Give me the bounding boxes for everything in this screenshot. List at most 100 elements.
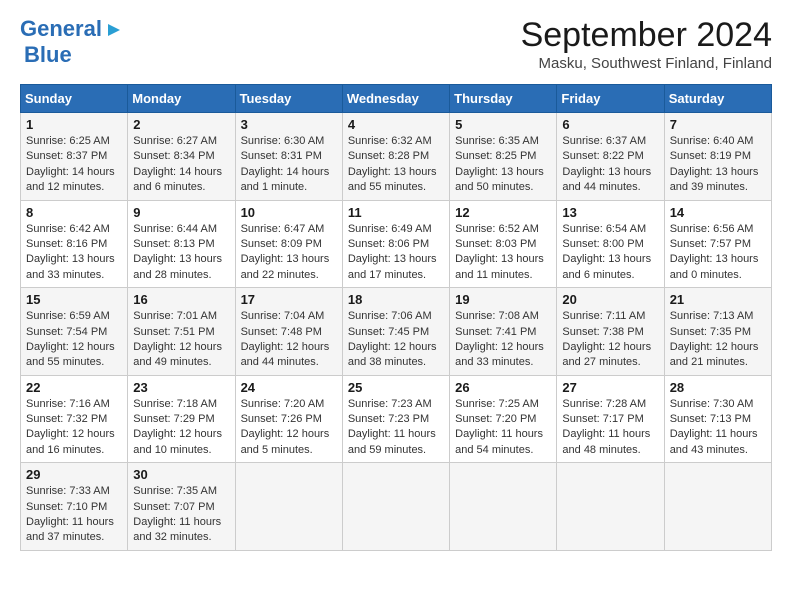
day-number: 19 xyxy=(455,292,551,307)
day-header-thursday: Thursday xyxy=(450,85,557,113)
day-header-friday: Friday xyxy=(557,85,664,113)
cell-info: Sunrise: 6:40 AMSunset: 8:19 PMDaylight:… xyxy=(670,134,766,196)
cell-info: Sunrise: 7:18 AMSunset: 7:29 PMDaylight:… xyxy=(133,397,229,459)
calendar-cell: 25 Sunrise: 7:23 AMSunset: 7:23 PMDayligh… xyxy=(342,375,449,463)
day-number: 14 xyxy=(670,205,766,220)
day-number: 12 xyxy=(455,205,551,220)
calendar-week-row: 22 Sunrise: 7:16 AMSunset: 7:32 PMDayligh… xyxy=(21,375,772,463)
day-number: 26 xyxy=(455,380,551,395)
day-number: 24 xyxy=(241,380,337,395)
cell-info: Sunrise: 6:30 AMSunset: 8:31 PMDaylight:… xyxy=(241,134,337,196)
calendar-cell-empty xyxy=(450,463,557,551)
calendar-cell: 3 Sunrise: 6:30 AMSunset: 8:31 PMDaylight… xyxy=(235,113,342,201)
logo: General Blue xyxy=(20,16,124,68)
calendar-cell: 24 Sunrise: 7:20 AMSunset: 7:26 PMDayligh… xyxy=(235,375,342,463)
calendar-cell: 5 Sunrise: 6:35 AMSunset: 8:25 PMDaylight… xyxy=(450,113,557,201)
logo-arrow-icon xyxy=(104,20,124,40)
day-number: 15 xyxy=(26,292,122,307)
day-number: 3 xyxy=(241,117,337,132)
cell-info: Sunrise: 7:06 AMSunset: 7:45 PMDaylight:… xyxy=(348,309,444,371)
cell-info: Sunrise: 6:47 AMSunset: 8:09 PMDaylight:… xyxy=(241,222,337,284)
calendar-cell: 11 Sunrise: 6:49 AMSunset: 8:06 PMDayligh… xyxy=(342,200,449,288)
calendar-cell: 22 Sunrise: 7:16 AMSunset: 7:32 PMDayligh… xyxy=(21,375,128,463)
logo-blue-text: Blue xyxy=(24,42,72,67)
cell-info: Sunrise: 7:01 AMSunset: 7:51 PMDaylight:… xyxy=(133,309,229,371)
cell-info: Sunrise: 7:08 AMSunset: 7:41 PMDaylight:… xyxy=(455,309,551,371)
cell-info: Sunrise: 7:16 AMSunset: 7:32 PMDaylight:… xyxy=(26,397,122,459)
cell-info: Sunrise: 7:20 AMSunset: 7:26 PMDaylight:… xyxy=(241,397,337,459)
calendar-cell: 2 Sunrise: 6:27 AMSunset: 8:34 PMDaylight… xyxy=(128,113,235,201)
cell-info: Sunrise: 6:25 AMSunset: 8:37 PMDaylight:… xyxy=(26,134,122,196)
calendar-cell: 7 Sunrise: 6:40 AMSunset: 8:19 PMDaylight… xyxy=(664,113,771,201)
day-number: 30 xyxy=(133,467,229,482)
cell-info: Sunrise: 6:35 AMSunset: 8:25 PMDaylight:… xyxy=(455,134,551,196)
cell-info: Sunrise: 6:49 AMSunset: 8:06 PMDaylight:… xyxy=(348,222,444,284)
cell-info: Sunrise: 7:25 AMSunset: 7:20 PMDaylight:… xyxy=(455,397,551,459)
day-number: 28 xyxy=(670,380,766,395)
calendar-cell: 28 Sunrise: 7:30 AMSunset: 7:13 PMDayligh… xyxy=(664,375,771,463)
day-number: 22 xyxy=(26,380,122,395)
day-header-saturday: Saturday xyxy=(664,85,771,113)
cell-info: Sunrise: 7:04 AMSunset: 7:48 PMDaylight:… xyxy=(241,309,337,371)
calendar-header-row: SundayMondayTuesdayWednesdayThursdayFrid… xyxy=(21,85,772,113)
cell-info: Sunrise: 6:42 AMSunset: 8:16 PMDaylight:… xyxy=(26,222,122,284)
cell-info: Sunrise: 6:59 AMSunset: 7:54 PMDaylight:… xyxy=(26,309,122,371)
day-number: 6 xyxy=(562,117,658,132)
day-header-wednesday: Wednesday xyxy=(342,85,449,113)
day-number: 23 xyxy=(133,380,229,395)
calendar-table: SundayMondayTuesdayWednesdayThursdayFrid… xyxy=(20,84,772,551)
calendar-cell: 1Sunrise: 6:25 AMSunset: 8:37 PMDaylight… xyxy=(21,113,128,201)
cell-info: Sunrise: 7:13 AMSunset: 7:35 PMDaylight:… xyxy=(670,309,766,371)
calendar-cell: 12Sunrise: 6:52 AMSunset: 8:03 PMDayligh… xyxy=(450,200,557,288)
page-subtitle: Masku, Southwest Finland, Finland xyxy=(521,55,772,72)
cell-info: Sunrise: 7:28 AMSunset: 7:17 PMDaylight:… xyxy=(562,397,658,459)
day-number: 29 xyxy=(26,467,122,482)
calendar-week-row: 8 Sunrise: 6:42 AMSunset: 8:16 PMDaylight… xyxy=(21,200,772,288)
calendar-cell: 30 Sunrise: 7:35 AMSunset: 7:07 PMDayligh… xyxy=(128,463,235,551)
page-title: September 2024 xyxy=(521,16,772,55)
day-number: 21 xyxy=(670,292,766,307)
calendar-week-row: 15 Sunrise: 6:59 AMSunset: 7:54 PMDayligh… xyxy=(21,288,772,376)
day-header-tuesday: Tuesday xyxy=(235,85,342,113)
calendar-week-row: 29 Sunrise: 7:33 AMSunset: 7:10 PMDayligh… xyxy=(21,463,772,551)
day-number: 5 xyxy=(455,117,551,132)
calendar-cell-empty xyxy=(235,463,342,551)
calendar-cell: 27 Sunrise: 7:28 AMSunset: 7:17 PMDayligh… xyxy=(557,375,664,463)
day-number: 16 xyxy=(133,292,229,307)
day-number: 25 xyxy=(348,380,444,395)
cell-info: Sunrise: 7:35 AMSunset: 7:07 PMDaylight:… xyxy=(133,484,229,546)
cell-info: Sunrise: 6:56 AMSunset: 7:57 PMDaylight:… xyxy=(670,222,766,284)
calendar-cell: 6Sunrise: 6:37 AMSunset: 8:22 PMDaylight… xyxy=(557,113,664,201)
calendar-cell: 8 Sunrise: 6:42 AMSunset: 8:16 PMDaylight… xyxy=(21,200,128,288)
calendar-cell: 19 Sunrise: 7:08 AMSunset: 7:41 PMDayligh… xyxy=(450,288,557,376)
calendar-cell-empty xyxy=(342,463,449,551)
day-number: 11 xyxy=(348,205,444,220)
calendar-cell: 10 Sunrise: 6:47 AMSunset: 8:09 PMDayligh… xyxy=(235,200,342,288)
day-number: 18 xyxy=(348,292,444,307)
cell-info: Sunrise: 7:33 AMSunset: 7:10 PMDaylight:… xyxy=(26,484,122,546)
cell-info: Sunrise: 6:54 AMSunset: 8:00 PMDaylight:… xyxy=(562,222,658,284)
day-number: 7 xyxy=(670,117,766,132)
cell-info: Sunrise: 6:27 AMSunset: 8:34 PMDaylight:… xyxy=(133,134,229,196)
title-area: September 2024 Masku, Southwest Finland,… xyxy=(521,16,772,72)
day-number: 27 xyxy=(562,380,658,395)
calendar-cell: 20Sunrise: 7:11 AMSunset: 7:38 PMDayligh… xyxy=(557,288,664,376)
day-number: 8 xyxy=(26,205,122,220)
calendar-cell: 14 Sunrise: 6:56 AMSunset: 7:57 PMDayligh… xyxy=(664,200,771,288)
calendar-cell: 21 Sunrise: 7:13 AMSunset: 7:35 PMDayligh… xyxy=(664,288,771,376)
day-number: 10 xyxy=(241,205,337,220)
logo-text: General xyxy=(20,16,102,42)
calendar-cell: 17 Sunrise: 7:04 AMSunset: 7:48 PMDayligh… xyxy=(235,288,342,376)
day-number: 17 xyxy=(241,292,337,307)
day-number: 20 xyxy=(562,292,658,307)
calendar-cell: 26 Sunrise: 7:25 AMSunset: 7:20 PMDayligh… xyxy=(450,375,557,463)
day-number: 13 xyxy=(562,205,658,220)
day-header-monday: Monday xyxy=(128,85,235,113)
cell-info: Sunrise: 7:23 AMSunset: 7:23 PMDaylight:… xyxy=(348,397,444,459)
calendar-week-row: 1Sunrise: 6:25 AMSunset: 8:37 PMDaylight… xyxy=(21,113,772,201)
cell-info: Sunrise: 6:32 AMSunset: 8:28 PMDaylight:… xyxy=(348,134,444,196)
cell-info: Sunrise: 7:30 AMSunset: 7:13 PMDaylight:… xyxy=(670,397,766,459)
calendar-cell: 15 Sunrise: 6:59 AMSunset: 7:54 PMDayligh… xyxy=(21,288,128,376)
day-number: 2 xyxy=(133,117,229,132)
calendar-cell: 23 Sunrise: 7:18 AMSunset: 7:29 PMDayligh… xyxy=(128,375,235,463)
